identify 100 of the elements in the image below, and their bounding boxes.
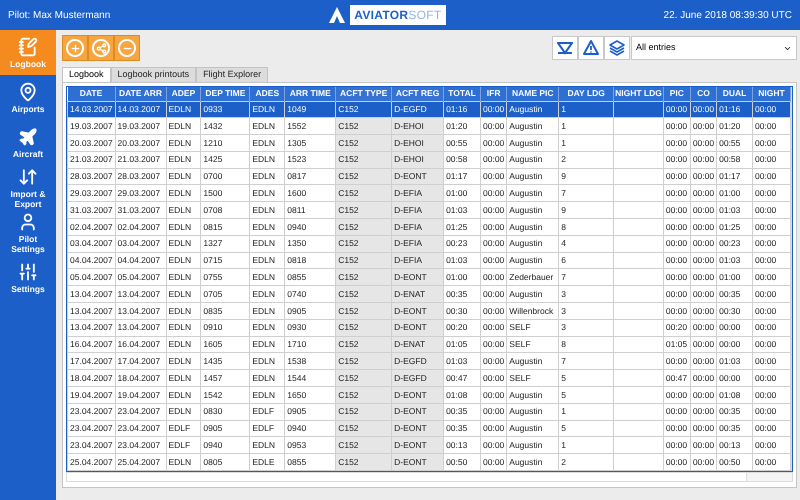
column-header[interactable]: NIGHT <box>752 87 790 101</box>
table-row[interactable]: 21.03.2007 21.03.2007 EDLN 1425 EDLN 1523 C152 D-EHOI 00:58 00:00 Augustin 2 00:00 00:00 00:58 00:00 <box>68 151 790 168</box>
table-cell: 01:20 <box>716 118 752 135</box>
table-cell: 00:00 <box>480 302 507 320</box>
table-row[interactable]: 02.04.2007 02.04.2007 EDLN 0815 EDLN 0940 C152 D-EFIA 01:25 00:00 Augustin 8 00:00 00:00 01:25 00:00 <box>68 218 790 236</box>
table-cell: 00:00 <box>663 134 690 152</box>
table-cell <box>614 386 664 404</box>
table-row[interactable]: 23.04.2007 23.04.2007 EDLN 0830 EDLF 0905 C152 D-EONT 00:35 00:00 Augustin 1 00:00 00:00 00:35 00:00 <box>68 403 790 420</box>
column-header[interactable]: DAY LDG <box>558 87 614 101</box>
table-row[interactable]: 20.03.2007 20.03.2007 EDLN 1210 EDLN 1305 C152 D-EHOI 00:55 00:00 Augustin 1 00:00 00:00 00:55 00:00 <box>68 134 790 152</box>
column-header[interactable]: PIC <box>663 87 690 101</box>
table-cell: 19.04.2007 <box>68 386 116 404</box>
table-cell: Augustin <box>506 436 559 454</box>
table-row[interactable]: 04.04.2007 04.04.2007 EDLN 0715 EDLN 0818 C152 D-EFIA 01:03 00:00 Augustin 6 00:00 00:00 01:03 00:00 <box>68 252 790 269</box>
table-row[interactable]: 29.03.2007 29.03.2007 EDLN 1500 EDLN 1600 C152 D-EFIA 01:00 00:00 Augustin 7 00:00 00:00 01:00 00:00 <box>68 184 790 202</box>
table-cell: 7 <box>558 268 614 286</box>
table-cell: 00:50 <box>716 454 752 471</box>
table-row[interactable]: 31.03.2007 31.03.2007 EDLN 0708 EDLN 0811 C152 D-EFIA 01:03 00:00 Augustin 9 00:00 00:00 01:03 00:00 <box>68 202 790 219</box>
table-cell <box>614 454 664 471</box>
table-cell: 23.04.2007 <box>115 403 166 420</box>
table-row[interactable]: 28.03.2007 28.03.2007 EDLN 0700 EDLN 0817 C152 D-EONT 01:17 00:00 Augustin 9 00:00 00:00 01:17 00:00 <box>68 168 790 185</box>
table-row[interactable]: 16.04.2007 16.04.2007 EDLN 1605 EDLN 1710 C152 D-ENAT 01:05 00:00 SELF 8 01:05 00:00 00:00 00:00 <box>68 336 790 353</box>
horizontal-scrollbar[interactable] <box>66 472 793 482</box>
table-cell: 13.04.2007 <box>115 286 166 303</box>
column-header[interactable]: ACFT TYPE <box>336 87 392 101</box>
table-cell: 0940 <box>200 436 250 454</box>
table-cell: D-EONT <box>392 403 444 420</box>
table-cell: 00:23 <box>444 235 480 252</box>
table-cell: 00:35 <box>716 403 752 420</box>
table-row[interactable]: 19.03.2007 19.03.2007 EDLN 1432 EDLN 1552 C152 D-EHOI 01:20 00:00 Augustin 1 00:00 00:00 01:20 00:00 <box>68 118 790 135</box>
table-cell: D-EFIA <box>392 202 444 219</box>
column-header[interactable]: DATE <box>68 87 116 101</box>
table-cell: 9 <box>558 202 614 219</box>
filter-button[interactable] <box>552 36 578 60</box>
settings-icon <box>18 262 38 282</box>
table-row[interactable]: 03.04.2007 03.04.2007 EDLN 1327 EDLN 1350 C152 D-EFIA 00:23 00:00 Augustin 4 00:00 00:00 00:23 00:00 <box>68 235 790 252</box>
column-header[interactable]: DATE ARR <box>115 87 166 101</box>
column-header[interactable]: NAME PIC <box>506 87 559 101</box>
table-row[interactable]: 19.04.2007 19.04.2007 EDLN 1542 EDLN 1650 C152 D-EONT 01:08 00:00 Augustin 5 00:00 00:00 01:08 00:00 <box>68 386 790 404</box>
layers-button[interactable] <box>604 36 630 60</box>
table-cell: 00:00 <box>480 134 507 152</box>
table-cell: 01:20 <box>444 118 480 135</box>
table-cell: 00:35 <box>716 420 752 437</box>
table-cell: SELF <box>506 319 559 336</box>
column-header[interactable]: DUAL <box>716 87 752 101</box>
column-header[interactable]: CO <box>690 87 717 101</box>
table-cell: 1 <box>558 118 614 135</box>
table-cell: EDLN <box>166 370 201 387</box>
table-cell: C152 <box>336 168 392 185</box>
table-cell: EDLN <box>166 134 201 152</box>
column-header[interactable]: DEP TIME <box>200 87 250 101</box>
entries-dropdown[interactable]: All entries <box>631 36 797 60</box>
table-cell: EDLN <box>250 235 285 252</box>
column-header[interactable]: ARR TIME <box>284 87 336 101</box>
table-cell: D-ENAT <box>392 336 444 353</box>
table-cell: D-EONT <box>392 319 444 336</box>
table-cell: 01:25 <box>444 218 480 236</box>
table-cell: C152 <box>336 286 392 303</box>
table-cell: 03.04.2007 <box>68 235 116 252</box>
column-header[interactable]: IFR <box>480 87 507 101</box>
column-header[interactable]: TOTAL <box>444 87 480 101</box>
remove-button[interactable] <box>114 35 140 61</box>
table-cell: 16.04.2007 <box>115 336 166 353</box>
table-cell: EDLN <box>166 319 201 336</box>
table-row[interactable]: 13.04.2007 13.04.2007 EDLN 0910 EDLN 0930 C152 D-EONT 00:20 00:00 SELF 3 00:20 00:00 00:00 00:00 <box>68 319 790 336</box>
table-cell: 23.04.2007 <box>68 436 116 454</box>
table-row[interactable]: 14.03.2007 14.03.2007 EDLN 0933 EDLN 1049 C152 D-EGFD 01:16 00:00 Augustin 1 00:00 00:00 01:16 00:00 <box>68 101 790 118</box>
table-row[interactable]: 17.04.2007 17.04.2007 EDLN 1435 EDLN 1538 C152 D-EGFD 01:03 00:00 Augustin 7 00:00 00:00 01:03 00:00 <box>68 352 790 370</box>
column-header[interactable]: NIGHT LDG <box>614 87 664 101</box>
table-cell: C152 <box>336 184 392 202</box>
tab[interactable]: Flight Explorer <box>196 67 268 82</box>
table-cell: Augustin <box>506 168 559 185</box>
table-cell: SELF <box>506 370 559 387</box>
add-button[interactable] <box>62 35 88 61</box>
table-cell: 3 <box>558 286 614 303</box>
table-cell: 00:00 <box>663 352 690 370</box>
tab[interactable]: Logbook <box>62 67 111 82</box>
vertical-scrollbar[interactable] <box>791 87 792 472</box>
table-row[interactable]: 18.04.2007 18.04.2007 EDLN 1457 EDLN 1544 C152 D-EGFD 00:47 00:00 SELF 5 00:47 00:00 00:00 00:00 <box>68 370 790 387</box>
table-cell: 00:00 <box>480 168 507 185</box>
tab[interactable]: Logbook printouts <box>110 67 196 82</box>
column-header[interactable]: ADES <box>250 87 285 101</box>
table-cell: 00:00 <box>663 454 690 471</box>
table-cell: EDLF <box>166 420 201 437</box>
table-row[interactable]: 05.04.2007 05.04.2007 EDLN 0755 EDLN 0855 C152 D-EONT 01:00 00:00 Zederbauer 7 00:00 00:00 01:00 00:00 <box>68 268 790 286</box>
table-row[interactable]: 23.04.2007 23.04.2007 EDLF 0905 EDLF 0940 C152 D-EONT 00:35 00:00 Augustin 5 00:00 00:00 00:35 00:00 <box>68 420 790 437</box>
table-row[interactable]: 13.04.2007 13.04.2007 EDLN 0835 EDLN 0905 C152 D-EONT 00:30 00:00 Willenbrock 3 00:00 00:00 00:30 00:00 <box>68 302 790 320</box>
table-row[interactable]: 25.04.2007 25.04.2007 EDLN 0805 EDLE 0855 C152 D-EONT 00:50 00:00 Augustin 2 00:00 00:00 00:50 00:00 <box>68 454 790 471</box>
table-cell: D-EHOI <box>392 118 444 135</box>
scrollbar-thumb[interactable] <box>67 473 747 482</box>
share-button[interactable] <box>88 35 114 61</box>
table-row[interactable]: 13.04.2007 13.04.2007 EDLN 0705 EDLN 0740 C152 D-ENAT 00:35 00:00 Augustin 3 00:00 00:00 00:35 00:00 <box>68 286 790 303</box>
table-cell: 00:00 <box>663 420 690 437</box>
table-cell: 00:30 <box>716 302 752 320</box>
warning-button[interactable] <box>578 36 604 60</box>
table-cell: 00:55 <box>444 134 480 152</box>
column-header[interactable]: ACFT REG <box>392 87 444 101</box>
column-header[interactable]: ADEP <box>166 87 201 101</box>
table-row[interactable]: 23.04.2007 23.04.2007 EDLF 0940 EDLN 0953 C152 D-EONT 00:13 00:00 Augustin 1 00:00 00:00 00:13 00:00 <box>68 436 790 454</box>
table-cell: 00:00 <box>690 454 717 471</box>
